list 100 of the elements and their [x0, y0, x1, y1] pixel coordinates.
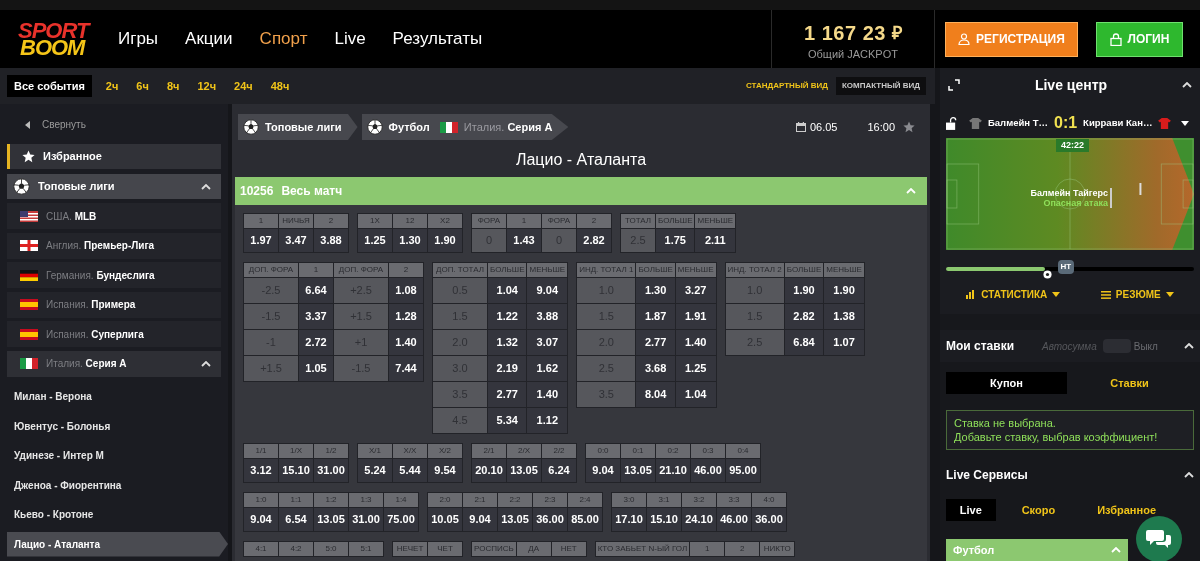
odds-cell[interactable]: 10.05	[428, 508, 462, 531]
odds-cell[interactable]: 6.84	[784, 330, 824, 355]
live-tab[interactable]: Избранное	[1095, 499, 1158, 521]
league-item[interactable]: Испания. Примера	[7, 291, 221, 318]
odds-cell[interactable]: 1.40	[389, 330, 423, 355]
odds-cell[interactable]: 95.00	[726, 459, 760, 482]
breadcrumb[interactable]: Топовые лиги	[238, 114, 358, 140]
odds-cell[interactable]: 1.90	[824, 278, 864, 303]
odds-cell[interactable]: 1.38	[824, 304, 864, 329]
live-tab[interactable]: Live	[946, 499, 996, 521]
nav-link[interactable]: Live	[334, 26, 366, 52]
league-item[interactable]: Италия. Серия А	[7, 350, 221, 377]
league-group-header[interactable]: Топовые лиги	[7, 174, 221, 199]
odds-cell[interactable]: 15.10	[279, 459, 313, 482]
odds-cell[interactable]: 1.91	[675, 304, 716, 329]
view-mode-tab[interactable]: КОМПАКТНЫЙ ВИД	[835, 77, 926, 95]
odds-cell[interactable]: 5.24	[358, 459, 392, 482]
chevron-up-icon[interactable]	[1182, 82, 1192, 88]
odds-cell[interactable]: 2.77	[636, 330, 675, 355]
odds-cell[interactable]: 3.47	[279, 229, 313, 252]
odds-cell[interactable]: 1.75	[656, 229, 695, 252]
odds-cell[interactable]: 15.10	[647, 508, 681, 531]
odds-cell[interactable]: 85.00	[568, 508, 602, 531]
odds-cell[interactable]: 36.00	[533, 508, 567, 531]
odds-cell[interactable]: 3.68	[636, 356, 675, 381]
league-item[interactable]: Германия. Бундеслига	[7, 262, 221, 288]
match-item[interactable]: Милан - Верона	[7, 384, 221, 409]
nav-link[interactable]: Спорт	[259, 26, 308, 52]
odds-cell[interactable]: 1.22	[488, 304, 527, 329]
star-icon[interactable]	[903, 121, 915, 133]
odds-cell[interactable]: 1.30	[393, 229, 427, 252]
dropdown-tab[interactable]: СТАТИСТИКА	[966, 287, 1061, 302]
odds-cell[interactable]: 9.04	[527, 278, 568, 303]
expand-icon[interactable]	[948, 79, 960, 91]
league-item[interactable]: Испания. Суперлига	[7, 321, 221, 347]
odds-cell[interactable]: 1.62	[527, 356, 568, 381]
odds-cell[interactable]: 1.40	[675, 330, 716, 355]
odds-cell[interactable]: 46.00	[691, 459, 725, 482]
odds-cell[interactable]: 9.54	[428, 459, 462, 482]
match-item[interactable]: Лацио - Аталанта	[7, 531, 228, 557]
odds-cell[interactable]: 1.25	[358, 229, 392, 252]
odds-cell[interactable]: 13.05	[498, 508, 532, 531]
odds-cell[interactable]: 9.04	[463, 508, 497, 531]
logo[interactable]: SPORT BOOM	[18, 22, 93, 56]
odds-cell[interactable]: 13.05	[507, 459, 541, 482]
odds-cell[interactable]: 6.24	[542, 459, 576, 482]
odds-cell[interactable]: 2.82	[784, 304, 824, 329]
odds-cell[interactable]: 3.37	[299, 304, 333, 329]
nav-link[interactable]: Результаты	[392, 26, 483, 52]
chat-button[interactable]	[1136, 516, 1182, 561]
odds-cell[interactable]: 1.30	[636, 278, 675, 303]
match-item[interactable]: Удинезе - Интер М	[7, 443, 221, 468]
odds-cell[interactable]: 1.04	[675, 382, 716, 407]
breadcrumb[interactable]: Футбол Италия. Серия А	[361, 114, 569, 140]
odds-cell[interactable]: 1.40	[527, 382, 568, 407]
time-filter-tab[interactable]: 24ч	[226, 75, 261, 97]
league-item[interactable]: США. MLB	[7, 203, 221, 229]
odds-cell[interactable]: 24.10	[682, 508, 716, 531]
odds-cell[interactable]: 1.90	[784, 278, 824, 303]
view-mode-tab[interactable]: СТАНДАРТНЫЙ ВИД	[740, 77, 834, 95]
odds-cell[interactable]: 2.77	[488, 382, 527, 407]
odds-cell[interactable]: 7.44	[389, 356, 423, 381]
odds-cell[interactable]: 1.08	[389, 278, 423, 303]
odds-cell[interactable]: 1.87	[636, 304, 675, 329]
odds-cell[interactable]: 9.04	[586, 459, 620, 482]
time-filter-tab[interactable]: 8ч	[158, 75, 188, 97]
odds-cell[interactable]: 3.27	[675, 278, 716, 303]
odds-cell[interactable]: 3.12	[244, 459, 278, 482]
odds-cell[interactable]: 1.97	[244, 229, 278, 252]
odds-cell[interactable]: 1.04	[488, 278, 527, 303]
chevron-up-icon[interactable]	[201, 360, 211, 367]
match-item[interactable]: Дженоа - Фиорентина	[7, 472, 221, 498]
odds-cell[interactable]: 5.34	[488, 408, 527, 433]
chevron-up-icon[interactable]	[1184, 343, 1194, 349]
odds-cell[interactable]: 5.44	[393, 459, 427, 482]
chevron-up-icon[interactable]	[201, 183, 211, 190]
odds-cell[interactable]: 1.07	[824, 330, 864, 355]
odds-cell[interactable]: 6.64	[299, 278, 333, 303]
nav-link[interactable]: Игры	[118, 26, 159, 52]
league-item[interactable]: Англия. Премьер-Лига	[7, 232, 221, 259]
time-filter-tab[interactable]: 48ч	[262, 75, 298, 97]
odds-cell[interactable]: 13.05	[314, 508, 348, 531]
odds-cell[interactable]: 21.10	[656, 459, 690, 482]
bet-tab[interactable]: Ставки	[1069, 372, 1190, 394]
odds-cell[interactable]: 8.04	[636, 382, 675, 407]
odds-cell[interactable]: 1.28	[389, 304, 423, 329]
bet-tab[interactable]: Купон	[946, 372, 1067, 394]
odds-cell[interactable]: 2.11	[695, 229, 736, 252]
odds-cell[interactable]: 20.10	[472, 459, 506, 482]
odds-cell[interactable]: 6.54	[279, 508, 313, 531]
odds-cell[interactable]: 36.00	[752, 508, 786, 531]
chevron-up-icon[interactable]	[1184, 472, 1194, 478]
odds-cell[interactable]: 3.07	[527, 330, 568, 355]
odds-cell[interactable]: 2.19	[488, 356, 527, 381]
odds-cell[interactable]: 3.88	[314, 229, 348, 252]
caret-down-icon[interactable]	[1181, 120, 1190, 126]
odds-cell[interactable]: 1.25	[675, 356, 716, 381]
odds-cell[interactable]: 9.04	[244, 508, 278, 531]
odds-cell[interactable]: 2.72	[299, 330, 333, 355]
time-filter-tab[interactable]: 12ч	[189, 75, 224, 97]
